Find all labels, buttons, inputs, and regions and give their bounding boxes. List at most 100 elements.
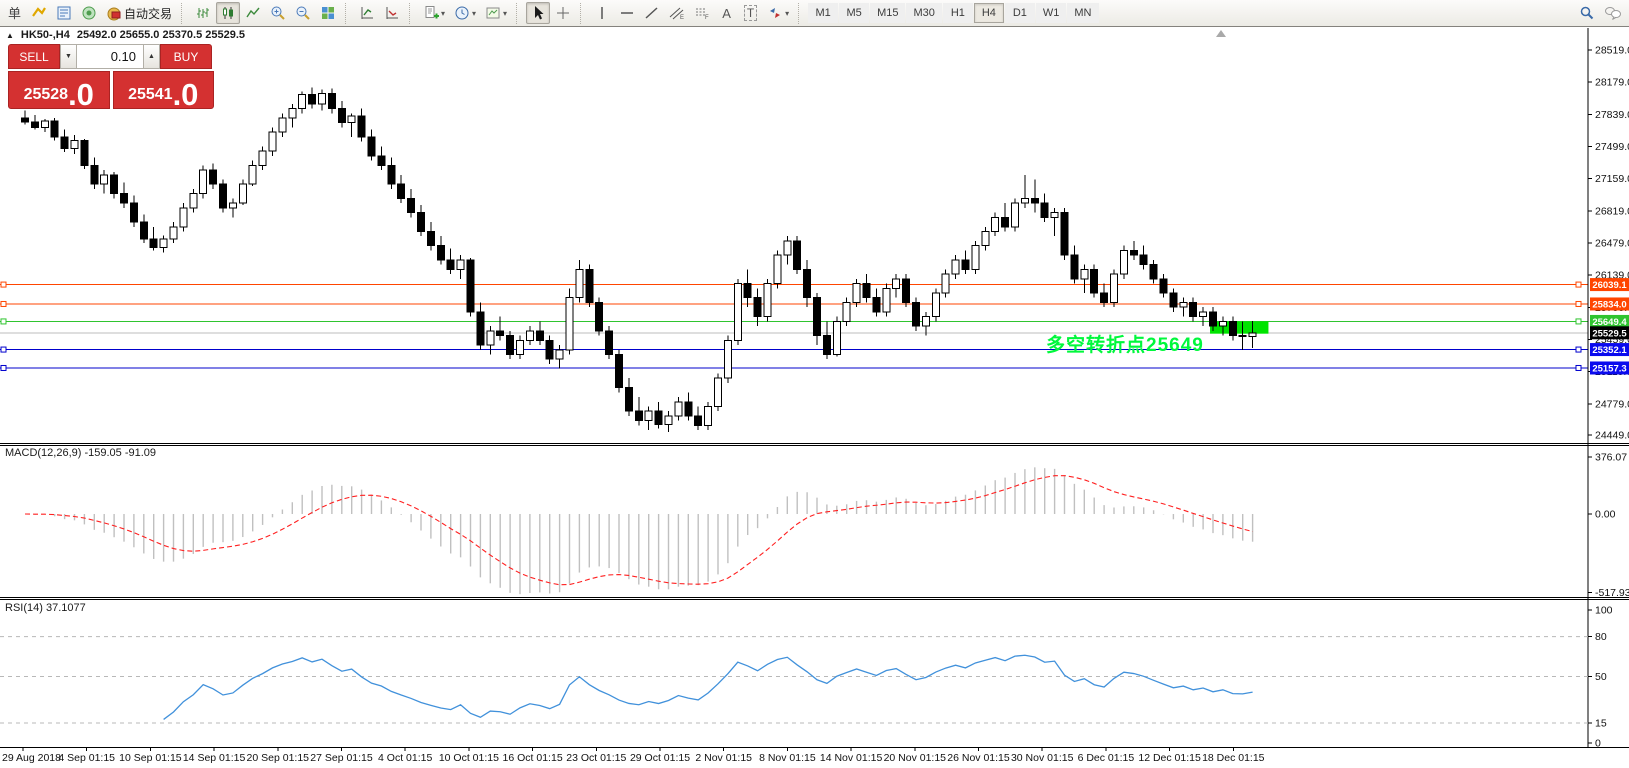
chart-text-annotation[interactable]: 多空转折点25649 bbox=[1046, 330, 1204, 357]
cursor-button[interactable] bbox=[526, 2, 550, 24]
candle-body bbox=[457, 260, 464, 269]
text-label-tool-button[interactable]: T bbox=[739, 2, 762, 24]
hline-handle[interactable] bbox=[1, 365, 6, 370]
bar-chart-button[interactable] bbox=[191, 2, 215, 24]
timeframe-m1-button[interactable]: M1 bbox=[808, 3, 838, 23]
hline-handle[interactable] bbox=[1576, 319, 1581, 324]
candle-body bbox=[932, 293, 939, 317]
text-tool-button[interactable]: A bbox=[715, 2, 738, 24]
timeframe-h4-button[interactable]: H4 bbox=[974, 3, 1004, 23]
templates-caret: ▾ bbox=[503, 9, 507, 18]
candle-body bbox=[61, 137, 68, 148]
chat-button[interactable] bbox=[1600, 2, 1626, 24]
candle-body bbox=[229, 203, 236, 208]
timeframe-h1-button[interactable]: H1 bbox=[943, 3, 973, 23]
tile-windows-button[interactable] bbox=[316, 2, 340, 24]
date-axis-label: 12 Dec 01:15 bbox=[1138, 752, 1201, 764]
candle-body bbox=[843, 302, 850, 321]
highlight-rectangle[interactable] bbox=[1210, 321, 1268, 333]
new-order-button[interactable]: 单 bbox=[3, 2, 26, 24]
candle-body bbox=[81, 141, 88, 166]
timeframe-d1-button[interactable]: D1 bbox=[1005, 3, 1035, 23]
add-indicator-button[interactable]: ▾ bbox=[419, 2, 449, 24]
toolbar-separator bbox=[345, 3, 350, 24]
autotrading-label: 自动交易 bbox=[124, 5, 172, 22]
arrows-tool-caret: ▾ bbox=[785, 9, 789, 18]
candle-body bbox=[1150, 265, 1157, 279]
sell-price-box[interactable]: 25528 .0 bbox=[8, 71, 110, 109]
date-axis-label: 2 Nov 01:15 bbox=[695, 752, 752, 764]
candle-body bbox=[1170, 293, 1177, 307]
templates-button[interactable]: ▾ bbox=[481, 2, 511, 24]
indicator-windows-button[interactable] bbox=[380, 2, 404, 24]
indicators-button[interactable] bbox=[355, 2, 379, 24]
candle-body bbox=[210, 170, 217, 184]
add-indicator-caret: ▾ bbox=[441, 9, 445, 18]
price-line-badge-label: 26039.1 bbox=[1592, 280, 1627, 291]
equidistant-channel-button[interactable]: E bbox=[665, 2, 689, 24]
buy-button[interactable]: BUY bbox=[160, 44, 212, 69]
autotrading-button[interactable]: 自动交易 bbox=[102, 2, 176, 24]
hline-handle[interactable] bbox=[1576, 301, 1581, 306]
horizontal-lines[interactable] bbox=[0, 282, 1588, 370]
buy-price-fraction: .0 bbox=[173, 82, 199, 107]
candlestick-chart-button[interactable] bbox=[216, 2, 240, 24]
zoom-in-button[interactable] bbox=[266, 2, 290, 24]
arrows-tool-button[interactable]: ▾ bbox=[763, 2, 793, 24]
vertical-line-button[interactable] bbox=[590, 2, 614, 24]
hline-handle[interactable] bbox=[1, 282, 6, 287]
candle-body bbox=[903, 279, 910, 303]
candle-body bbox=[319, 93, 326, 103]
date-axis-label: 29 Oct 01:15 bbox=[630, 752, 690, 764]
date-axis[interactable]: 29 Aug 20184 Sep 01:1510 Sep 01:1514 Sep… bbox=[2, 748, 1265, 765]
price-axis[interactable]: 28519.028179.027839.027499.027159.026819… bbox=[1588, 45, 1629, 750]
line-chart-button[interactable] bbox=[241, 2, 265, 24]
price-line-badge-label: 25529.5 bbox=[1592, 328, 1627, 339]
indicator-windows-icon bbox=[384, 5, 400, 21]
tile-windows-icon bbox=[320, 5, 336, 21]
candle-body bbox=[635, 411, 642, 420]
trend-line-button[interactable] bbox=[640, 2, 664, 24]
timeframe-m15-button[interactable]: M15 bbox=[870, 3, 905, 23]
chart-collapse-icon[interactable]: ▲ bbox=[6, 31, 14, 40]
crosshair-button[interactable] bbox=[551, 2, 575, 24]
date-axis-label: 27 Sep 01:15 bbox=[310, 752, 373, 764]
candle-body bbox=[1210, 312, 1217, 326]
volume-increase-button[interactable]: ▲ bbox=[143, 44, 160, 69]
zoom-out-button[interactable] bbox=[291, 2, 315, 24]
periods-button[interactable]: ▾ bbox=[450, 2, 480, 24]
candle-body bbox=[734, 284, 741, 341]
profiles-button[interactable] bbox=[27, 2, 51, 24]
candle-body bbox=[1180, 302, 1187, 307]
navigator-button[interactable] bbox=[77, 2, 101, 24]
hline-handle[interactable] bbox=[1, 319, 6, 324]
candle-body bbox=[51, 121, 58, 137]
templates-icon bbox=[485, 5, 501, 21]
hline-handle[interactable] bbox=[1576, 282, 1581, 287]
candle-body bbox=[685, 402, 692, 416]
axis-tick-label: 0.00 bbox=[1595, 509, 1616, 521]
buy-price-box[interactable]: 25541 .0 bbox=[113, 71, 215, 109]
market-watch-button[interactable] bbox=[52, 2, 76, 24]
volume-decrease-button[interactable]: ▼ bbox=[60, 44, 77, 69]
volume-input[interactable] bbox=[77, 44, 143, 69]
sell-button[interactable]: SELL bbox=[8, 44, 60, 69]
hline-handle[interactable] bbox=[1576, 365, 1581, 370]
search-button[interactable] bbox=[1575, 2, 1599, 24]
timeframe-m30-button[interactable]: M30 bbox=[906, 3, 941, 23]
chart-window: 28519.028179.027839.027499.027159.026819… bbox=[0, 27, 1629, 768]
horizontal-line-button[interactable] bbox=[615, 2, 639, 24]
price-chart-canvas[interactable]: 28519.028179.027839.027499.027159.026819… bbox=[0, 27, 1629, 768]
chart-shift-marker-icon[interactable] bbox=[1216, 30, 1226, 37]
hline-handle[interactable] bbox=[1576, 347, 1581, 352]
fibonacci-button[interactable]: F bbox=[690, 2, 714, 24]
hline-handle[interactable] bbox=[1, 347, 6, 352]
hline-handle[interactable] bbox=[1, 301, 6, 306]
date-axis-label: 6 Dec 01:15 bbox=[1078, 752, 1135, 764]
date-axis-label: 18 Dec 01:15 bbox=[1202, 752, 1265, 764]
timeframe-w1-button[interactable]: W1 bbox=[1036, 3, 1067, 23]
timeframe-m5-button[interactable]: M5 bbox=[839, 3, 869, 23]
chart-symbol-period: HK50-,H4 bbox=[21, 29, 70, 41]
timeframe-mn-button[interactable]: MN bbox=[1067, 3, 1098, 23]
candle-body bbox=[1012, 203, 1019, 227]
